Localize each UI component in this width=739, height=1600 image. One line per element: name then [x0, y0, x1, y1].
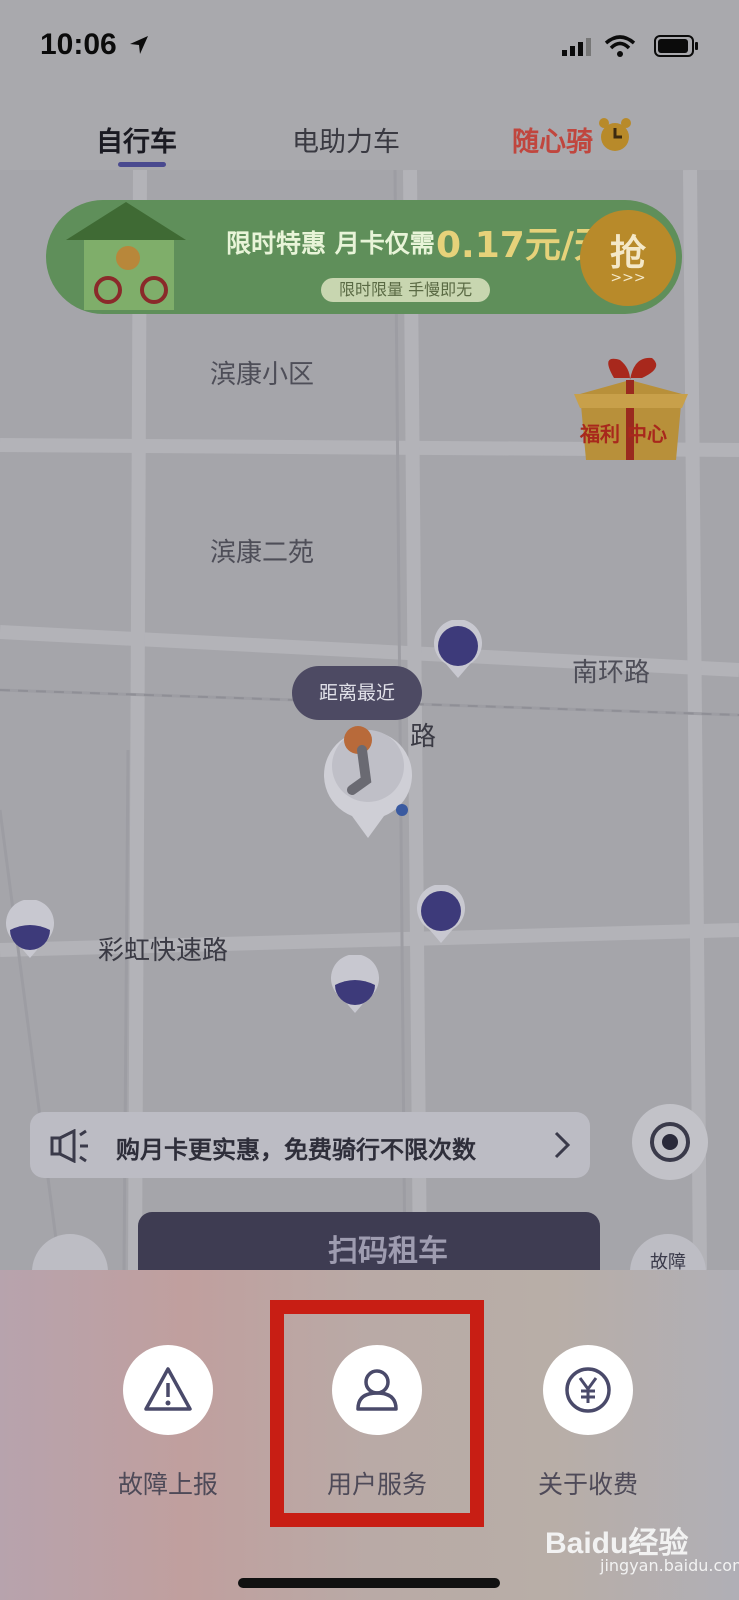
chevron-right-icon [554, 1131, 571, 1159]
user-location-marker-icon [324, 726, 412, 838]
fault-report-label: 故障上报 [117, 1470, 218, 1499]
tab-active-indicator [118, 162, 166, 167]
nearest-tag: 距离最近 [292, 666, 422, 720]
highlight-box [270, 1300, 484, 1527]
scan-to-rent-button[interactable]: 扫码租车 [138, 1212, 600, 1272]
gift-center-label[interactable]: 福利 中心 [580, 418, 667, 447]
battery-icon [654, 35, 698, 57]
location-arrow-icon [130, 36, 148, 54]
banner-subtext: 限时限量 手慢即无 [321, 278, 491, 302]
banner-headline: 限时特惠 月卡仅需 [226, 229, 435, 258]
status-bar: 10:06 [0, 0, 739, 90]
watermark-url: jingyan.baidu.com [600, 1556, 739, 1575]
megaphone-icon [50, 1129, 88, 1163]
grab-button-label: 抢 [609, 233, 646, 274]
yen-icon [565, 1367, 611, 1413]
bike-house-icon [66, 202, 186, 310]
map-label-nanhuan-road: 南环路 [572, 658, 651, 688]
map-label-binkang-xiaoqu: 滨康小区 [210, 360, 315, 390]
notice-bar[interactable]: 购月卡更实惠，免费骑行不限次数 [30, 1112, 590, 1178]
alarm-clock-icon [599, 118, 631, 151]
notice-text: 购月卡更实惠，免费骑行不限次数 [116, 1136, 476, 1164]
bike-pin-icon[interactable] [432, 620, 484, 680]
home-indicator[interactable] [238, 1578, 500, 1588]
vehicle-tabs: 自行车 电助力车 随心骑 [0, 90, 739, 170]
wifi-icon [604, 35, 636, 57]
fault-report-circle[interactable] [123, 1345, 213, 1435]
locate-button[interactable] [632, 1104, 708, 1180]
grab-button[interactable]: 抢 >>> [580, 210, 676, 306]
grab-button-arrows: >>> [610, 270, 646, 286]
pricing-circle[interactable] [543, 1345, 633, 1435]
cellular-signal-icon [562, 38, 591, 56]
tab-free-ride[interactable]: 随心骑 [512, 120, 593, 159]
tab-ebike[interactable]: 电助力车 [292, 120, 400, 159]
pricing-label: 关于收费 [537, 1470, 638, 1499]
bike-pin-icon[interactable] [415, 885, 467, 945]
status-time: 10:06 [40, 28, 117, 61]
bike-pin-icon[interactable] [329, 955, 381, 1015]
bike-pin-icon[interactable] [4, 900, 56, 960]
map-label-caihong-expressway: 彩虹快速路 [98, 936, 229, 966]
locate-icon-dot [662, 1134, 678, 1150]
gift-box-icon[interactable] [560, 348, 700, 472]
tab-bicycle[interactable]: 自行车 [96, 120, 177, 159]
warning-icon [144, 1367, 192, 1411]
scan-label: 扫码租车 [328, 1234, 448, 1269]
map-label-binkang-eryuan: 滨康二苑 [210, 538, 315, 568]
